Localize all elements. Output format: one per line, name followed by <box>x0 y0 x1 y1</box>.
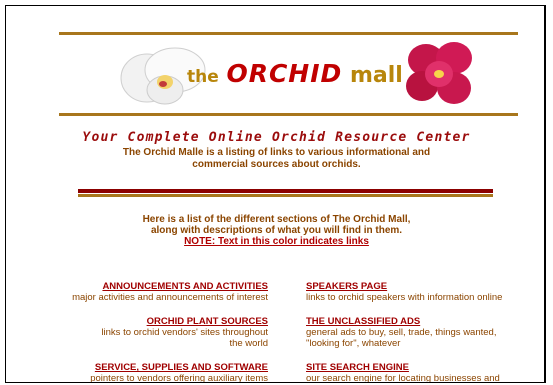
section-entry: ORCHID PLANT SOURCES links to orchid ven… <box>26 316 268 349</box>
header-top-rule <box>59 32 518 35</box>
logo-text: the ORCHID mall <box>187 56 403 92</box>
section-entry: SITE SEARCH ENGINE our search engine for… <box>306 362 521 383</box>
section-desc-2: "looking for", whatever <box>306 338 401 349</box>
section-entry: SPEAKERS PAGE links to orchid speakers w… <box>306 281 521 303</box>
sections-left-column: ANNOUNCEMENTS AND ACTIVITIES major activ… <box>26 281 268 383</box>
link-color-note[interactable]: NOTE: Text in this color indicates links <box>6 236 544 247</box>
divider-gold <box>78 194 493 197</box>
sections-intro: Here is a list of the different sections… <box>6 214 544 247</box>
sections-right-column: SPEAKERS PAGE links to orchid speakers w… <box>306 281 521 383</box>
page-frame: the ORCHID mall Your Complete Online Orc… <box>5 5 546 383</box>
announcements-link[interactable]: ANNOUNCEMENTS AND ACTIVITIES <box>26 281 268 292</box>
section-desc: pointers to vendors offering auxiliary i… <box>90 373 268 383</box>
header-bottom-rule <box>59 113 518 116</box>
section-desc-2: the world <box>229 338 268 349</box>
intro-line-1: The Orchid Malle is a listing of links t… <box>122 147 431 158</box>
logo-orchid: ORCHID <box>226 59 343 88</box>
service-supplies-link[interactable]: SERVICE, SUPPLIES AND SOFTWARE <box>26 362 268 373</box>
sections-intro-line-1: Here is a list of the different sections… <box>142 214 411 225</box>
section-desc: our search engine for locating businesse… <box>306 373 500 383</box>
section-entry: ANNOUNCEMENTS AND ACTIVITIES major activ… <box>26 281 268 303</box>
section-desc: general ads to buy, sell, trade, things … <box>306 327 497 338</box>
sections-intro-line-2: along with descriptions of what you will… <box>150 225 403 236</box>
page-tagline: Your Complete Online Orchid Resource Cen… <box>82 130 471 145</box>
intro-line-2: commercial sources about orchids. <box>192 159 361 170</box>
site-search-engine-link[interactable]: SITE SEARCH ENGINE <box>306 362 521 373</box>
intro-text: The Orchid Malle is a listing of links t… <box>6 147 544 171</box>
logo-mall: mall <box>349 63 403 88</box>
unclassified-ads-link[interactable]: THE UNCLASSIFIED ADS <box>306 316 521 327</box>
section-desc: links to orchid speakers with informatio… <box>306 292 503 303</box>
pink-orchid-icon <box>406 42 472 104</box>
orchid-plant-sources-link[interactable]: ORCHID PLANT SOURCES <box>26 316 268 327</box>
logo-the: the <box>187 67 219 87</box>
speakers-page-link[interactable]: SPEAKERS PAGE <box>306 281 521 292</box>
section-entry: SERVICE, SUPPLIES AND SOFTWARE pointers … <box>26 362 268 383</box>
divider-red <box>78 189 493 193</box>
orchid-mall-banner[interactable]: the ORCHID mall <box>59 36 518 112</box>
section-desc: major activities and announcements of in… <box>72 292 268 303</box>
section-entry: THE UNCLASSIFIED ADS general ads to buy,… <box>306 316 521 349</box>
section-desc: links to orchid vendors' sites throughou… <box>101 327 268 338</box>
